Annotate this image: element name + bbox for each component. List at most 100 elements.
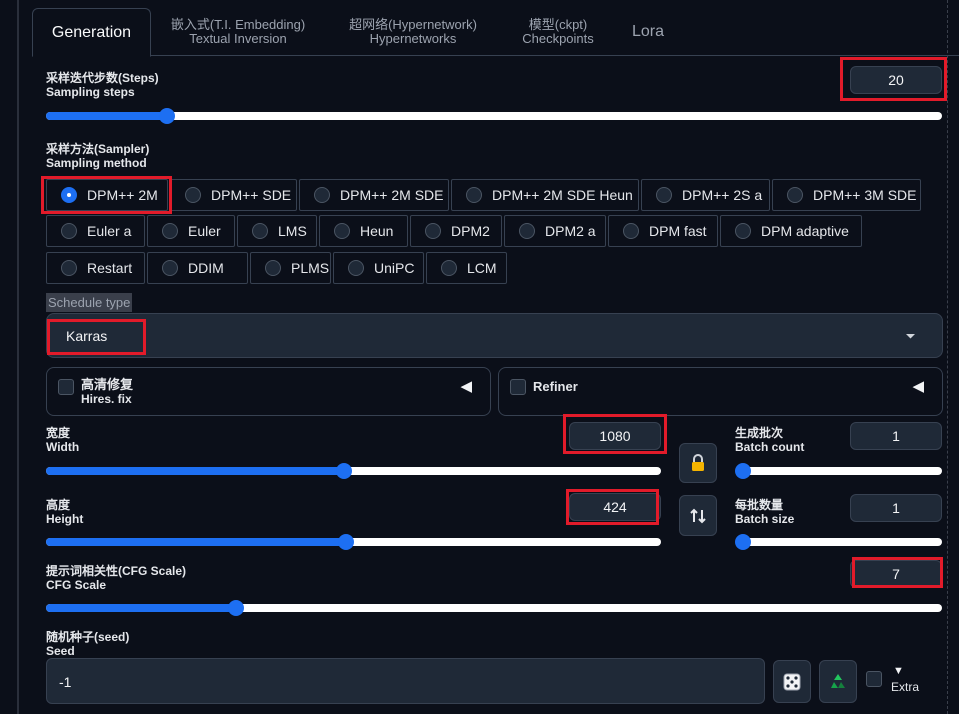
slider-handle[interactable] [735,534,751,550]
sampler-label-en: Sampling method [46,156,147,170]
batch-size-label: 每批数量 Batch size [735,498,794,526]
tab-hypernetworks[interactable]: 超网络(Hypernetwork) Hypernetworks [338,8,488,56]
sampler-option[interactable]: UniPC [333,252,424,284]
sampler-option-label: Euler [188,223,221,239]
sampler-option-label: DPM++ 2M SDE Heun [492,187,633,203]
sampler-option[interactable]: DPM fast [608,215,718,247]
radio [348,260,364,276]
sampler-option-label: LCM [467,260,497,276]
sampler-option-label: DPM fast [649,223,707,239]
extra-label[interactable]: Extra [891,680,919,694]
sampler-option-label: DPM++ 2M SDE [340,187,444,203]
sampler-option[interactable]: Euler [147,215,235,247]
radio [61,260,77,276]
swap-dimensions-button[interactable] [679,495,717,536]
radio [441,260,457,276]
batch-size-slider[interactable] [735,534,942,550]
sampler-option[interactable]: LCM [426,252,507,284]
sampler-option[interactable]: DPM++ SDE [170,179,297,211]
schedule-type-dropdown[interactable]: Karras [46,313,943,358]
refiner-accordion[interactable]: Refiner ◀ [498,367,943,416]
slider-handle[interactable] [735,463,751,479]
sampler-option[interactable]: DPM++ 2S a [641,179,770,211]
extra-checkbox[interactable] [866,671,882,687]
seed-input[interactable]: -1 [46,658,765,704]
sampler-option[interactable]: DPM2 a [504,215,606,247]
batch-count-label-en: Batch count [735,440,805,454]
hires-fix-label-en: Hires. fix [81,392,132,406]
tab-generation[interactable]: Generation [32,8,151,57]
sampler-option-label: Restart [87,260,133,276]
radio [519,223,535,239]
radio [334,223,350,239]
hires-fix-label: 高清修复 Hires. fix [81,378,133,407]
tab-sublabel: Checkpoints [522,31,594,46]
cfg-label: 提示词相关性(CFG Scale) CFG Scale [46,564,186,592]
slider-handle[interactable] [338,534,355,550]
sampler-option[interactable]: Heun [319,215,408,247]
sampler-option-label: PLMS [291,260,330,276]
steps-slider[interactable] [46,108,942,124]
sampler-option[interactable]: Restart [46,252,145,284]
slider-fill [46,112,167,120]
hires-fix-accordion[interactable]: 高清修复 Hires. fix ◀ [46,367,491,416]
sampler-label: 采样方法(Sampler) Sampling method [46,142,149,170]
cfg-slider[interactable] [46,600,942,616]
radio [656,187,672,203]
tab-label: 嵌入式(T.I. Embedding) [170,17,306,32]
radio [265,260,281,276]
height-label-en: Height [46,512,84,526]
sampler-option[interactable]: DPM++ 2M SDE [299,179,449,211]
tab-label: 超网络(Hypernetwork) [349,17,477,32]
sampler-option[interactable]: DPM++ 3M SDE [772,179,921,211]
radio [787,187,803,203]
lock-icon [692,454,704,471]
batch-count-slider[interactable] [735,463,942,479]
tab-textual-inversion[interactable]: 嵌入式(T.I. Embedding) Textual Inversion [158,8,318,56]
sampler-option[interactable]: DPM++ 2M SDE Heun [451,179,639,211]
seed-label-cn: 随机种子(seed) [46,630,130,644]
radio [735,223,751,239]
slider-handle[interactable] [158,108,175,124]
sampler-option[interactable]: Euler a [46,215,145,247]
highlight-steps [840,57,947,101]
batch-size-input[interactable]: 1 [850,494,942,522]
collapse-arrow-icon[interactable]: ◀ [460,377,472,395]
left-frame-border [17,0,19,714]
seed-label: 随机种子(seed) Seed [46,630,129,658]
tab-bar: Generation 嵌入式(T.I. Embedding) Textual I… [32,8,959,57]
radio [162,223,178,239]
sampler-option[interactable]: PLMS [250,252,331,284]
batch-count-input[interactable]: 1 [850,422,942,450]
width-label: 宽度 Width [46,426,79,454]
radio [252,223,268,239]
sampler-option-label: DPM++ 3M SDE [813,187,917,203]
width-slider[interactable] [46,463,661,479]
right-frame-border [947,0,948,714]
slider-fill [46,604,236,612]
refiner-checkbox[interactable] [510,379,526,395]
sampler-option[interactable]: LMS [237,215,317,247]
lock-aspect-button[interactable] [679,443,717,483]
refiner-label: Refiner [533,379,578,394]
radio [185,187,201,203]
slider-handle[interactable] [336,463,353,479]
random-seed-button[interactable] [773,660,811,703]
tab-lora[interactable]: Lora [622,8,674,56]
hires-fix-checkbox[interactable] [58,379,74,395]
sampler-option-label: DDIM [188,260,224,276]
sampler-option[interactable]: DDIM [147,252,248,284]
tab-label: 模型(ckpt) [528,17,588,32]
highlight-height [566,489,659,525]
radio [466,187,482,203]
reuse-seed-button[interactable] [819,660,857,703]
sampler-option[interactable]: DPM2 [410,215,502,247]
collapse-arrow-icon[interactable]: ◀ [912,377,924,395]
slider-handle[interactable] [227,600,244,616]
height-slider[interactable] [46,534,661,550]
highlight-sampler [41,176,172,214]
radio [162,260,178,276]
tab-checkpoints[interactable]: 模型(ckpt) Checkpoints [512,8,604,56]
tab-label: Lora [631,23,665,40]
sampler-option[interactable]: DPM adaptive [720,215,862,247]
